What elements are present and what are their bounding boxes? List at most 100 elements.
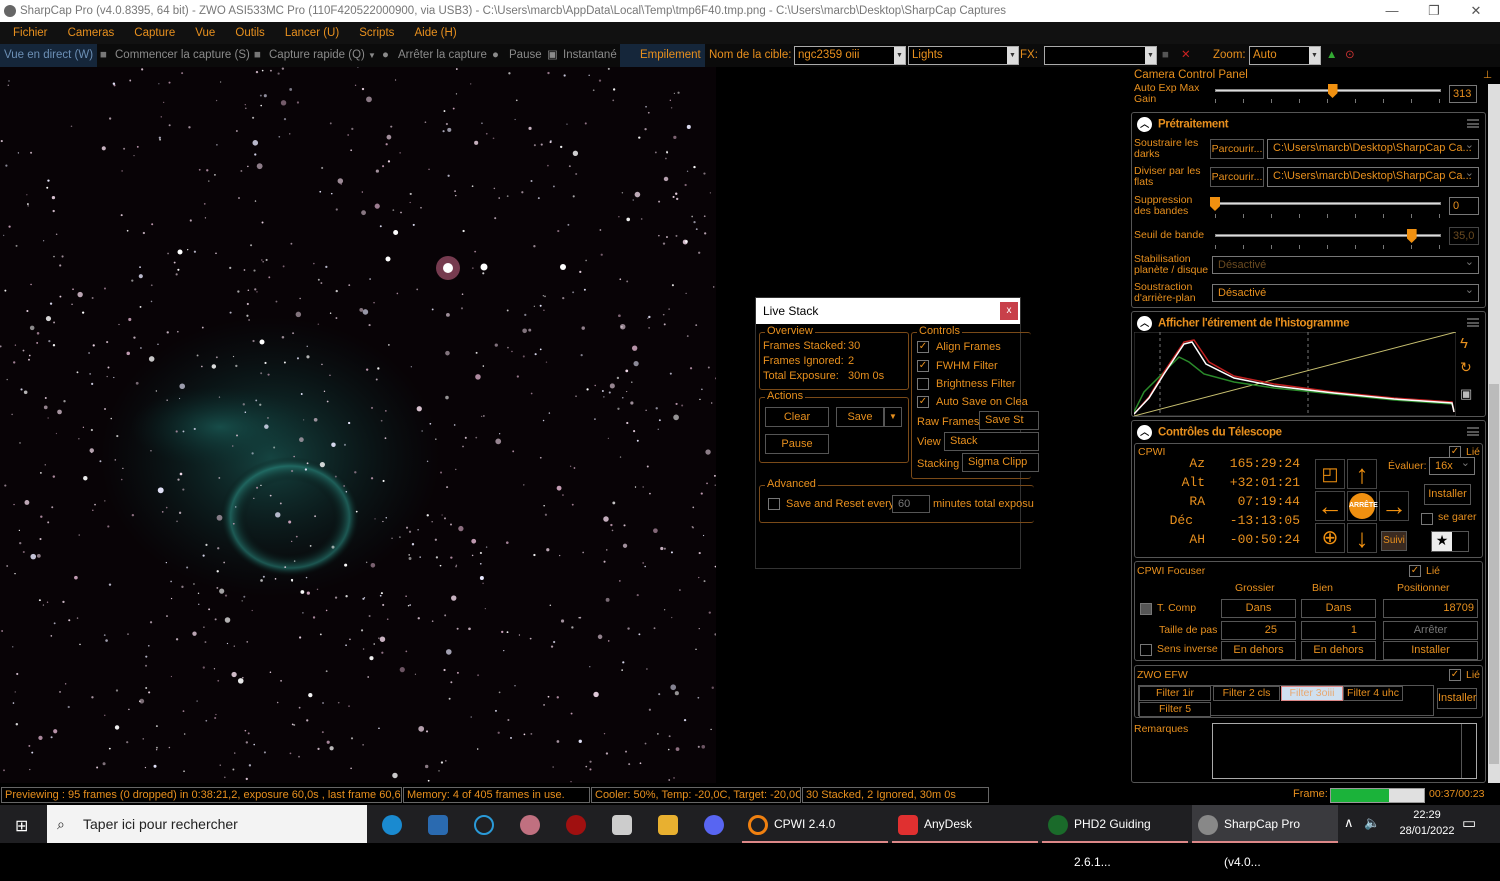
background-subtraction-select[interactable]: Désactivé [1212,282,1479,302]
app-icon[interactable] [520,815,540,835]
pause-button[interactable]: Pause [765,434,829,454]
app-icon[interactable] [428,815,448,835]
dialog-titlebar[interactable]: Live Stack x [756,298,1020,324]
chevron-down-icon[interactable]: ▼ [368,44,376,67]
histogram-icon[interactable]: ▲ [1326,44,1337,67]
star-select[interactable]: ★ [1431,531,1469,552]
chevron-down-icon[interactable]: ▼ [1007,47,1018,64]
slider-thumb[interactable] [1406,229,1417,243]
efw-setup-button[interactable]: Installer [1437,688,1477,709]
fine-step-stepper[interactable]: 1 [1301,621,1376,640]
flats-path-select[interactable]: C:\Users\marcb\Desktop\SharpCap Ca... [1267,165,1479,187]
zoom-select[interactable]: Auto ▼ [1249,46,1321,65]
dialog-close-button[interactable]: x [1000,302,1018,320]
live-view-button[interactable]: Vue en direct (W) [0,44,98,67]
chevron-down-icon[interactable]: ▼ [1309,47,1320,64]
app-icon[interactable] [474,815,494,835]
coarse-in-button[interactable]: Dans [1221,599,1296,618]
quick-capture-button[interactable]: Capture rapide (Q) [269,44,365,67]
app-icon[interactable] [566,815,586,835]
filter-button[interactable]: Filter 4 uhc [1343,686,1403,701]
menu-cameras[interactable]: Cameras [68,27,115,39]
efw-linked-checkbox[interactable]: ✓ [1449,669,1461,681]
rate-select[interactable]: 16x [1429,455,1475,475]
arrow-left-icon[interactable]: ← [1315,491,1345,521]
windows-start-icon[interactable]: ⊞ [15,816,28,836]
taskbar-app-cpwi[interactable]: CPWI 2.4.0 [742,805,888,843]
frame-type-select[interactable]: Lights ▼ [908,46,1019,65]
park-checkbox[interactable] [1421,513,1433,525]
snapshot-button[interactable]: Instantané [563,44,617,67]
minimize-button[interactable]: — [1372,0,1412,22]
restore-button[interactable]: ❐ [1414,0,1454,22]
collapse-icon[interactable]: ︿ [1137,316,1152,331]
raw-frames-select[interactable]: Save St [979,411,1039,430]
align-frames-checkbox[interactable]: ✓ [917,341,929,353]
menu-outils[interactable]: Outils [235,27,264,39]
lightning-icon[interactable]: ϟ [1460,336,1468,351]
stacking-button[interactable]: Empilement [620,44,705,67]
fwhm-filter-checkbox[interactable]: ✓ [917,360,929,372]
brightness-filter-checkbox[interactable] [917,378,929,390]
notes-scrollbar[interactable] [1461,724,1476,778]
notifications-icon[interactable]: ▭ [1462,814,1476,832]
auto-save-checkbox[interactable]: ✓ [917,396,929,408]
save-button[interactable]: Save [836,407,884,427]
crosshair-icon[interactable]: ✕ [1181,44,1191,67]
close-button[interactable]: ✕ [1456,0,1496,22]
fine-out-button[interactable]: En dehors [1301,641,1376,660]
start-capture-button[interactable]: Commencer la capture (S) [115,44,250,67]
auto-exp-value[interactable]: 313 [1449,85,1477,103]
save-options-chevron-icon[interactable]: ▼ [884,407,902,427]
arrow-right-icon[interactable]: → [1379,491,1409,521]
collapse-icon[interactable]: ︿ [1137,117,1152,132]
tcomp-checkbox[interactable] [1140,603,1152,615]
search-box[interactable]: ⌕ Taper ici pour rechercher [47,805,367,843]
clock-date[interactable]: 28/01/2022 [1394,825,1460,837]
coarse-step-stepper[interactable]: 25 [1221,621,1296,640]
clear-button[interactable]: Clear [765,407,829,427]
banding-value[interactable]: 0 [1449,197,1479,215]
menu-vue[interactable]: Vue [195,27,215,39]
save-icon[interactable]: ▣ [1460,387,1472,400]
mount-setup-button[interactable]: Installer [1424,484,1471,505]
folder-icon[interactable] [658,815,678,835]
chevron-down-icon[interactable]: ▼ [1145,47,1156,64]
fx-select[interactable]: ▼ [1044,46,1157,65]
filter-button[interactable]: Filter 2 cls [1213,686,1280,701]
edge-icon[interactable] [382,815,402,835]
threshold-value[interactable]: 35,0 [1449,227,1479,245]
slider-thumb[interactable] [1327,84,1338,98]
save-reset-checkbox[interactable] [768,498,780,510]
menu-icon[interactable] [1467,427,1479,436]
reset-icon[interactable]: ↻ [1460,360,1472,374]
menu-lancer[interactable]: Lancer (U) [285,27,339,39]
histogram-graph[interactable] [1134,332,1456,416]
panel-scrollbar[interactable] [1488,84,1500,783]
notes-textarea[interactable] [1212,723,1477,779]
magnifier-icon[interactable]: ⊙ [1345,44,1355,67]
stop-button[interactable]: ARRÊTE [1347,491,1378,521]
filter-button[interactable]: Filter 3oiii [1281,686,1343,701]
position-input[interactable]: 18709 [1383,599,1478,618]
volume-icon[interactable]: 🔈 [1364,815,1380,831]
pin-icon[interactable]: ⊥ [1483,70,1492,81]
tracking-button[interactable]: Suivi [1381,531,1407,551]
pause-button[interactable]: Pause [509,44,542,67]
color-icon[interactable]: ■ [1162,44,1169,67]
menu-icon[interactable] [1467,119,1479,128]
browse-darks-button[interactable]: Parcourir... [1210,139,1264,159]
sky-image[interactable] [0,67,716,783]
view-select[interactable]: Stack [944,432,1039,451]
fine-in-button[interactable]: Dans [1301,599,1376,618]
telescope-header[interactable]: ︿ Contrôles du Télescope [1137,425,1282,440]
banding-slider[interactable] [1215,202,1441,205]
home-target-icon[interactable]: ⊕ [1315,523,1345,553]
filter-button[interactable]: Filter 5 [1139,702,1211,717]
slider-thumb[interactable] [1210,197,1220,211]
histogram-header[interactable]: ︿ Afficher l'étirement de l'histogramme [1137,316,1350,331]
halt-button[interactable]: Arrêter [1383,621,1478,640]
filter-button[interactable]: Filter 1ir [1139,686,1211,701]
browse-flats-button[interactable]: Parcourir... [1210,167,1264,187]
focuser-linked-checkbox[interactable]: ✓ [1409,565,1421,577]
